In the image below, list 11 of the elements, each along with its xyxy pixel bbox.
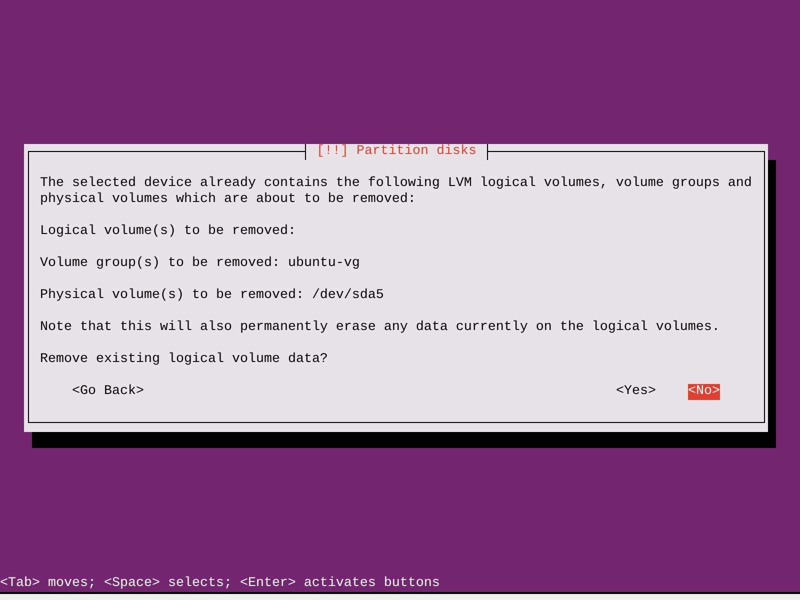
dialog-button[interactable]: <Go Back>: [72, 384, 144, 400]
dialog-title: [!!] Partition disks: [316, 144, 476, 159]
message-text: Note that this will also permanently erase any data currently on the logical volumes.: [40, 320, 721, 336]
message-text: Volume group(s) to be removed: ubuntu-vg: [40, 256, 361, 272]
message-text: Physical volume(s) to be removed: /dev/sda5: [40, 288, 385, 304]
dialog-button[interactable]: <Yes>: [616, 384, 656, 400]
message-text: The selected device already contains the following LVM logical volumes, volume groups and physical volumes which are about to be removed:: [40, 176, 753, 208]
keyboard-hint-text: <Tab> moves; <Space> selects; <Enter> activates buttons: [0, 576, 441, 592]
message-text: Remove existing logical volume data?: [40, 352, 329, 368]
dialog-button[interactable]: <No>: [688, 384, 720, 400]
message-text: Logical volume(s) to be removed:: [40, 224, 297, 240]
